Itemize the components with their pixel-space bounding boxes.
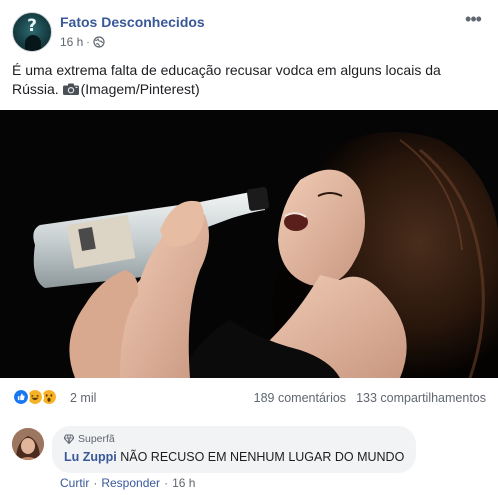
post-time[interactable]: 16 h	[60, 35, 83, 49]
comment-actions: Curtir · Responder · 16 h	[60, 476, 195, 490]
meta-separator: ·	[86, 36, 90, 48]
comment-content: Lu Zuppi NÃO RECUSO EM NENHUM LUGAR DO M…	[64, 449, 404, 465]
action-separator: ·	[164, 476, 169, 490]
action-separator: ·	[93, 476, 98, 490]
comment-time[interactable]: 16 h	[172, 476, 195, 490]
commenter-avatar[interactable]	[12, 428, 44, 460]
comments-count-link[interactable]: 189 comentários	[254, 391, 346, 405]
comment-bubble: Superfã Lu Zuppi NÃO RECUSO EM NENHUM LU…	[52, 426, 417, 473]
badge-label: Superfã	[78, 432, 115, 445]
ellipsis-icon: •••	[465, 9, 482, 29]
more-options-button[interactable]: •••	[460, 9, 486, 34]
page-name-link[interactable]: Fatos Desconhecidos	[60, 14, 205, 30]
post-photo[interactable]	[0, 110, 498, 378]
commenter-photo	[12, 428, 44, 460]
like-icon	[12, 388, 30, 406]
reaction-count[interactable]: 2 mil	[70, 391, 96, 405]
avatar-question-mark: ?	[27, 16, 37, 36]
comment-text: NÃO RECUSO EM NENHUM LUGAR DO MUNDO	[120, 450, 405, 464]
globe-icon	[93, 36, 105, 48]
shares-count-link[interactable]: 133 compartilhamentos	[356, 391, 486, 405]
comment-reply-button[interactable]: Responder	[101, 476, 160, 490]
post-text: É uma extrema falta de educação recusar …	[12, 61, 486, 99]
post-text-credit: (Imagem/Pinterest)	[80, 81, 200, 97]
comment-like-button[interactable]: Curtir	[60, 476, 89, 490]
comment-author-link[interactable]: Lu Zuppi	[64, 450, 117, 464]
page-avatar[interactable]: ?	[12, 12, 52, 52]
avatar-figure	[25, 35, 41, 51]
reaction-icons[interactable]	[12, 388, 72, 408]
photo-woman-drinking-vodka	[0, 110, 498, 378]
post-header: ? Fatos Desconhecidos 16 h · •••	[12, 9, 486, 54]
post-meta: 16 h ·	[60, 35, 105, 49]
diamond-icon	[64, 434, 74, 444]
reactions-bar: 2 mil 189 comentários 133 compartilhamen…	[12, 386, 486, 410]
engagement-counts: 189 comentários 133 compartilhamentos	[254, 391, 486, 405]
camera-icon	[62, 83, 79, 95]
top-fan-badge: Superfã	[64, 432, 404, 445]
